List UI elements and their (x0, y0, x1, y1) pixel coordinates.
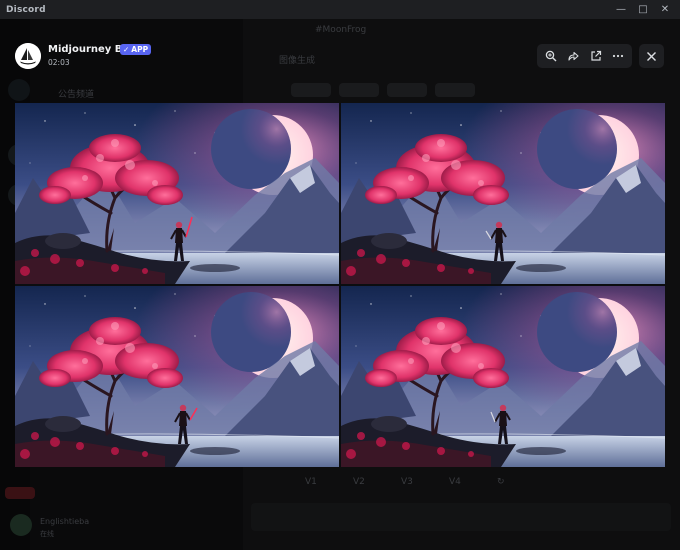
minimize-button[interactable]: — (610, 0, 632, 19)
close-icon (647, 51, 656, 61)
app-badge: ✓ APP (120, 44, 152, 55)
more-icon (612, 54, 623, 58)
zoom-button[interactable] (541, 46, 561, 66)
app-title: Discord (6, 4, 46, 15)
channel-header: #MoonFrog (315, 25, 367, 35)
window-controls: — □ ✕ (610, 0, 676, 19)
action-button (387, 83, 427, 97)
live-badge (5, 487, 35, 499)
action-button (339, 83, 379, 97)
user-status: 在线 (40, 530, 54, 538)
check-icon: ✓ (123, 45, 130, 54)
open-external-button[interactable] (586, 46, 606, 66)
user-avatar (10, 514, 32, 536)
reroll-button: ↻ (497, 477, 505, 487)
variation-button: V1 (305, 477, 317, 487)
channel-item: 公告频道 (58, 90, 95, 100)
media-viewer-header: Midjourney Bot ✓ APP 02:03 (0, 36, 680, 76)
variation-button: V3 (401, 477, 413, 487)
server-icon (8, 79, 30, 101)
open-external-icon (591, 50, 601, 61)
forward-icon (568, 51, 579, 61)
generated-image-grid[interactable] (15, 103, 665, 467)
variation-button: V2 (353, 477, 365, 487)
image-variant-2[interactable] (341, 103, 665, 284)
bot-avatar[interactable] (15, 43, 41, 69)
window-titlebar: Discord — □ ✕ (0, 0, 680, 19)
action-button (291, 83, 331, 97)
variation-button: V4 (449, 477, 461, 487)
app-badge-label: APP (131, 45, 149, 54)
close-window-button[interactable]: ✕ (654, 0, 676, 19)
close-viewer-button[interactable] (639, 44, 664, 68)
maximize-button[interactable]: □ (632, 0, 654, 19)
image-variant-3[interactable] (15, 286, 339, 467)
image-variant-1[interactable] (15, 103, 339, 284)
message-input (251, 503, 671, 531)
image-variant-4[interactable] (341, 286, 665, 467)
forward-button[interactable] (563, 46, 583, 66)
zoom-icon (545, 50, 557, 62)
post-timestamp: 02:03 (48, 58, 70, 67)
action-button (435, 83, 475, 97)
media-toolbar (537, 44, 632, 68)
more-button[interactable] (608, 46, 628, 66)
user-name: Englishtieba (40, 517, 90, 526)
